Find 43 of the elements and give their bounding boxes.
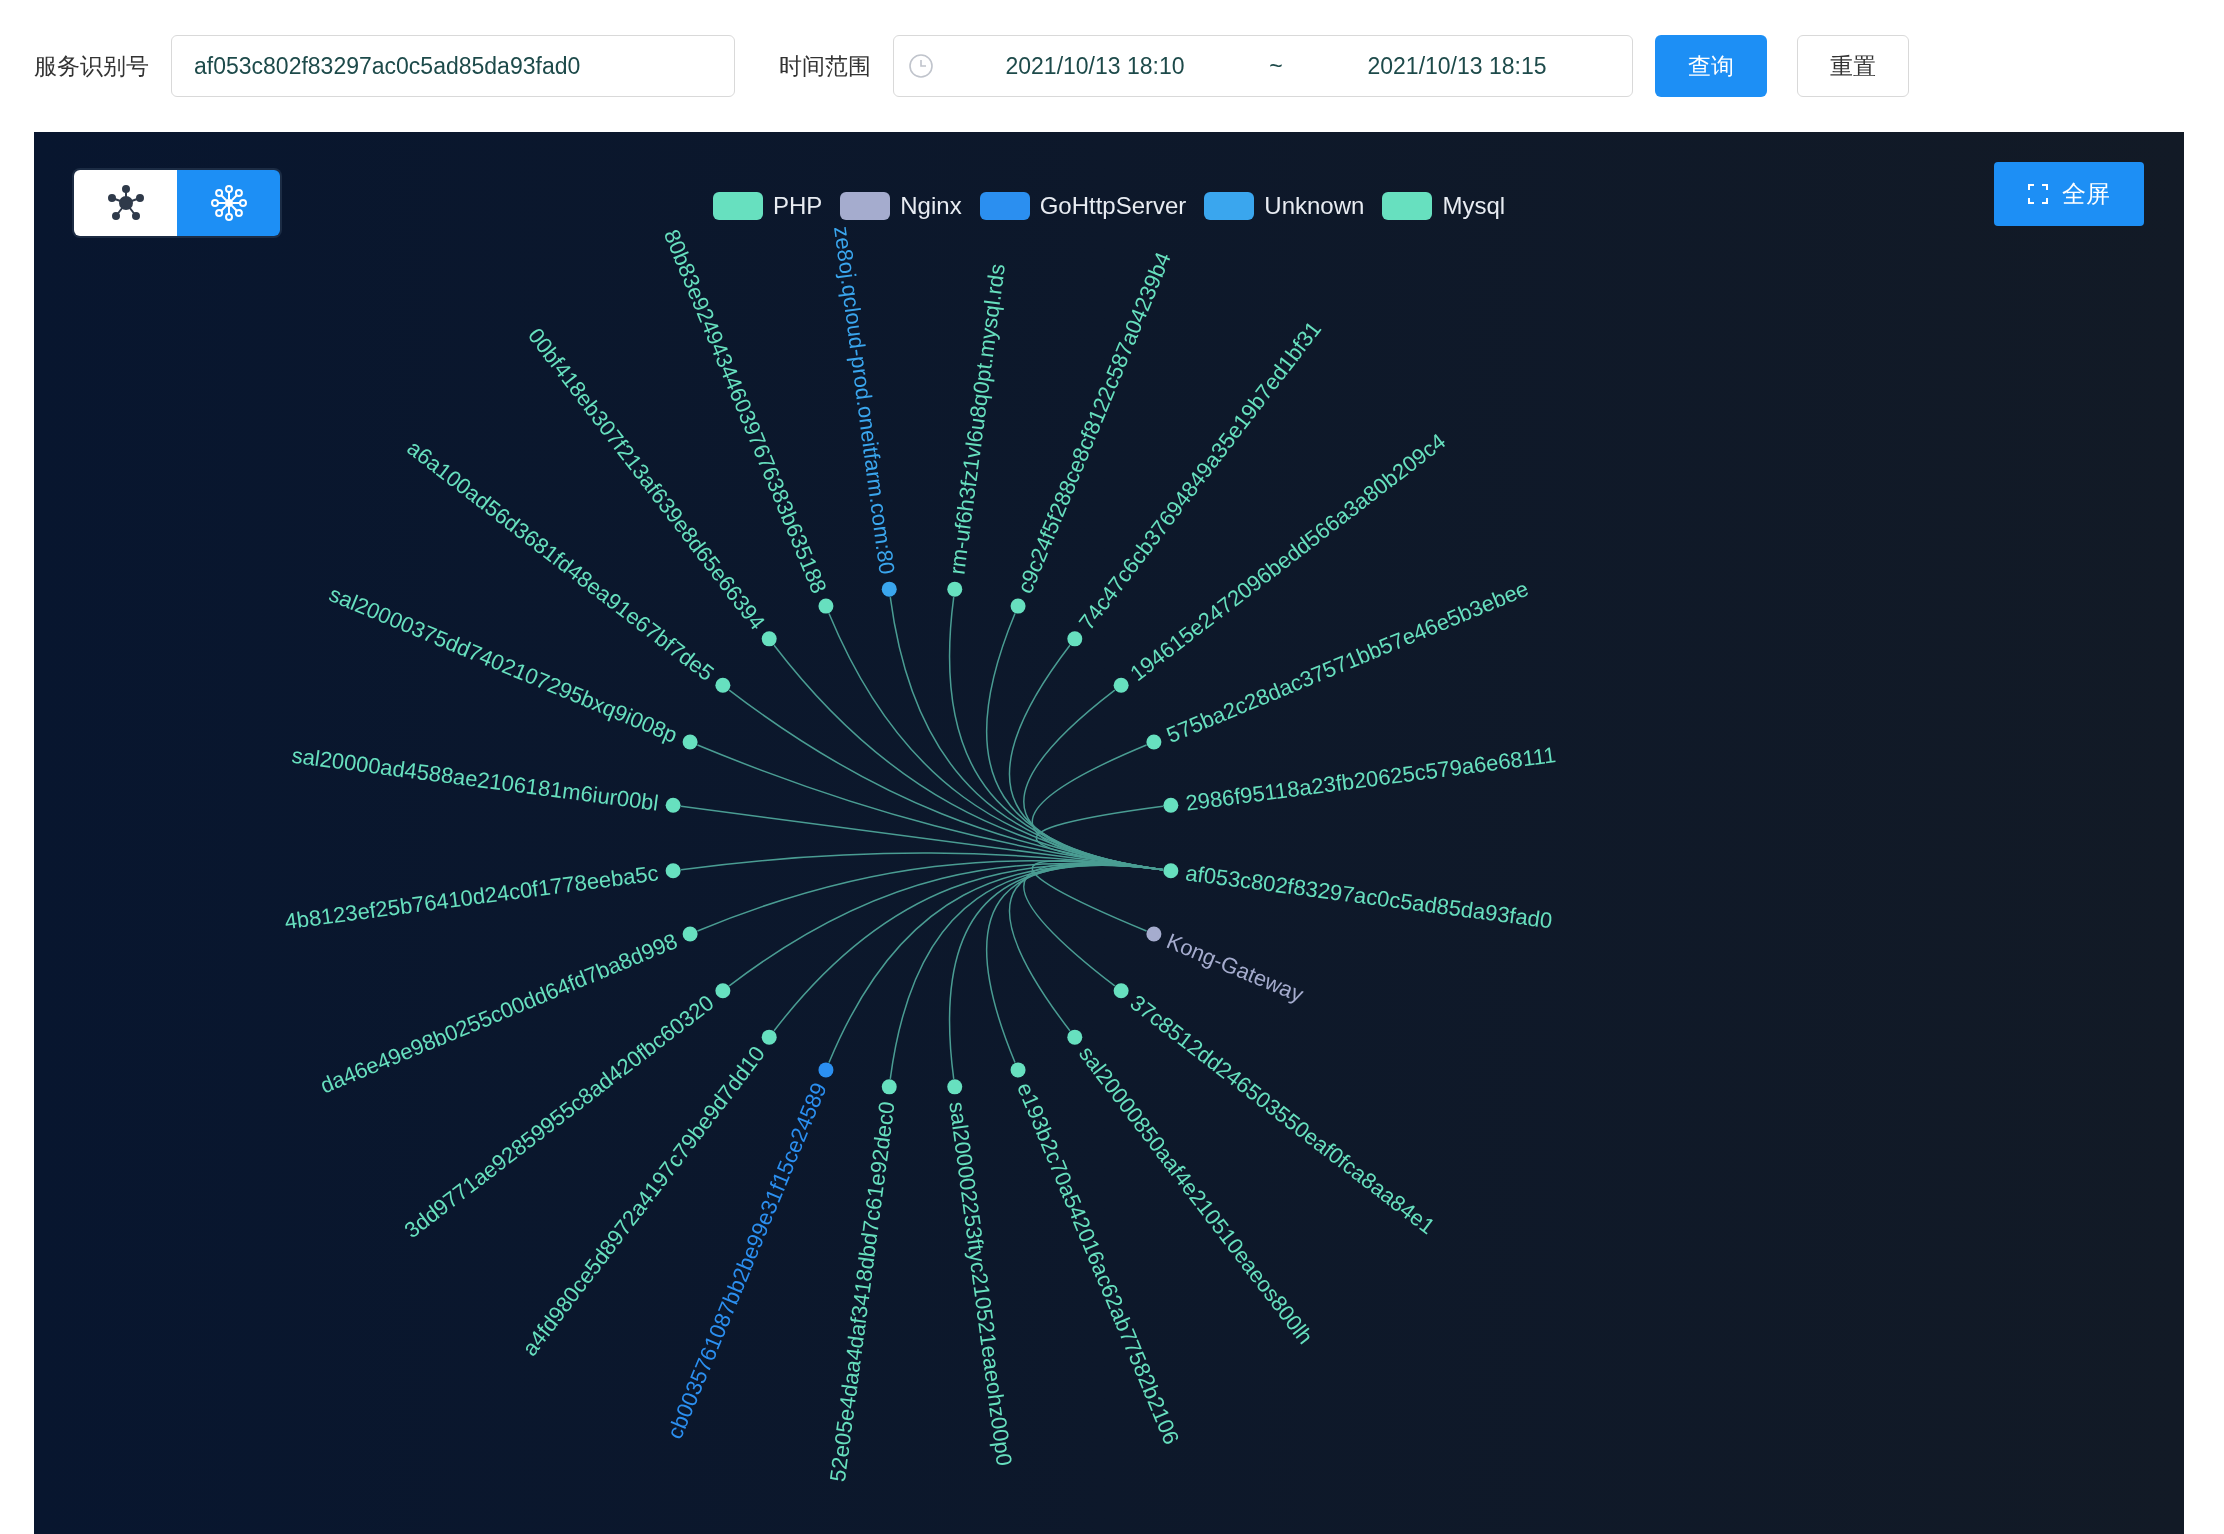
tree-node[interactable] <box>682 926 698 942</box>
legend-item[interactable]: Mysql <box>1382 192 1506 220</box>
tree-node[interactable] <box>1113 677 1129 693</box>
tree-node[interactable] <box>761 631 777 647</box>
tree-node[interactable] <box>665 797 681 813</box>
tree-node[interactable] <box>1113 983 1129 999</box>
tree-node[interactable] <box>682 734 698 750</box>
tree-node[interactable] <box>881 1079 897 1095</box>
tree-node[interactable] <box>1163 797 1179 813</box>
end-date-text: 2021/10/13 18:15 <box>1366 52 1548 80</box>
tree-node[interactable] <box>715 983 731 999</box>
clock-icon <box>908 53 934 79</box>
reset-button[interactable]: 重置 <box>1797 35 1909 97</box>
legend-item[interactable]: Nginx <box>840 192 962 220</box>
tree-node[interactable] <box>665 863 681 879</box>
tree-node[interactable] <box>818 598 834 614</box>
view-toggle-tab[interactable] <box>177 170 280 236</box>
tree-node[interactable] <box>947 1079 963 1095</box>
tree-node[interactable] <box>1010 1062 1026 1078</box>
tree-node[interactable] <box>1146 926 1162 942</box>
tree-node[interactable] <box>1067 631 1083 647</box>
start-date-text: 2021/10/13 18:10 <box>1004 52 1186 80</box>
legend-item[interactable]: PHP <box>712 192 823 220</box>
tree-node[interactable] <box>1146 734 1162 750</box>
tree-node[interactable] <box>1067 1029 1083 1045</box>
field-label: 时间范围 <box>779 51 871 81</box>
legend-item[interactable]: Unknown <box>1204 192 1365 220</box>
expand-icon <box>2028 184 2048 204</box>
tree-node[interactable] <box>1163 863 1179 879</box>
date-range-field[interactable]: 2021/10/13 18:10 ~ 2021/10/13 18:15 <box>893 35 1633 97</box>
range-separator: ~ <box>1268 52 1284 80</box>
tree-node[interactable] <box>947 581 963 597</box>
legend-item[interactable]: GoHttpServer <box>979 192 1187 220</box>
network-icon <box>106 184 145 222</box>
service-id-field[interactable]: af053c802f83297ac0c5ad85da93fad0 <box>171 35 735 97</box>
view-toggle-tab[interactable] <box>74 170 177 236</box>
tree-node[interactable] <box>715 677 731 693</box>
field-label: 服务识别号 <box>34 51 149 81</box>
tree-node[interactable] <box>818 1062 834 1078</box>
tree-node[interactable] <box>881 581 897 597</box>
tree-node[interactable] <box>1010 598 1026 614</box>
tree-node[interactable] <box>761 1029 777 1045</box>
radial-network-icon <box>209 184 248 222</box>
